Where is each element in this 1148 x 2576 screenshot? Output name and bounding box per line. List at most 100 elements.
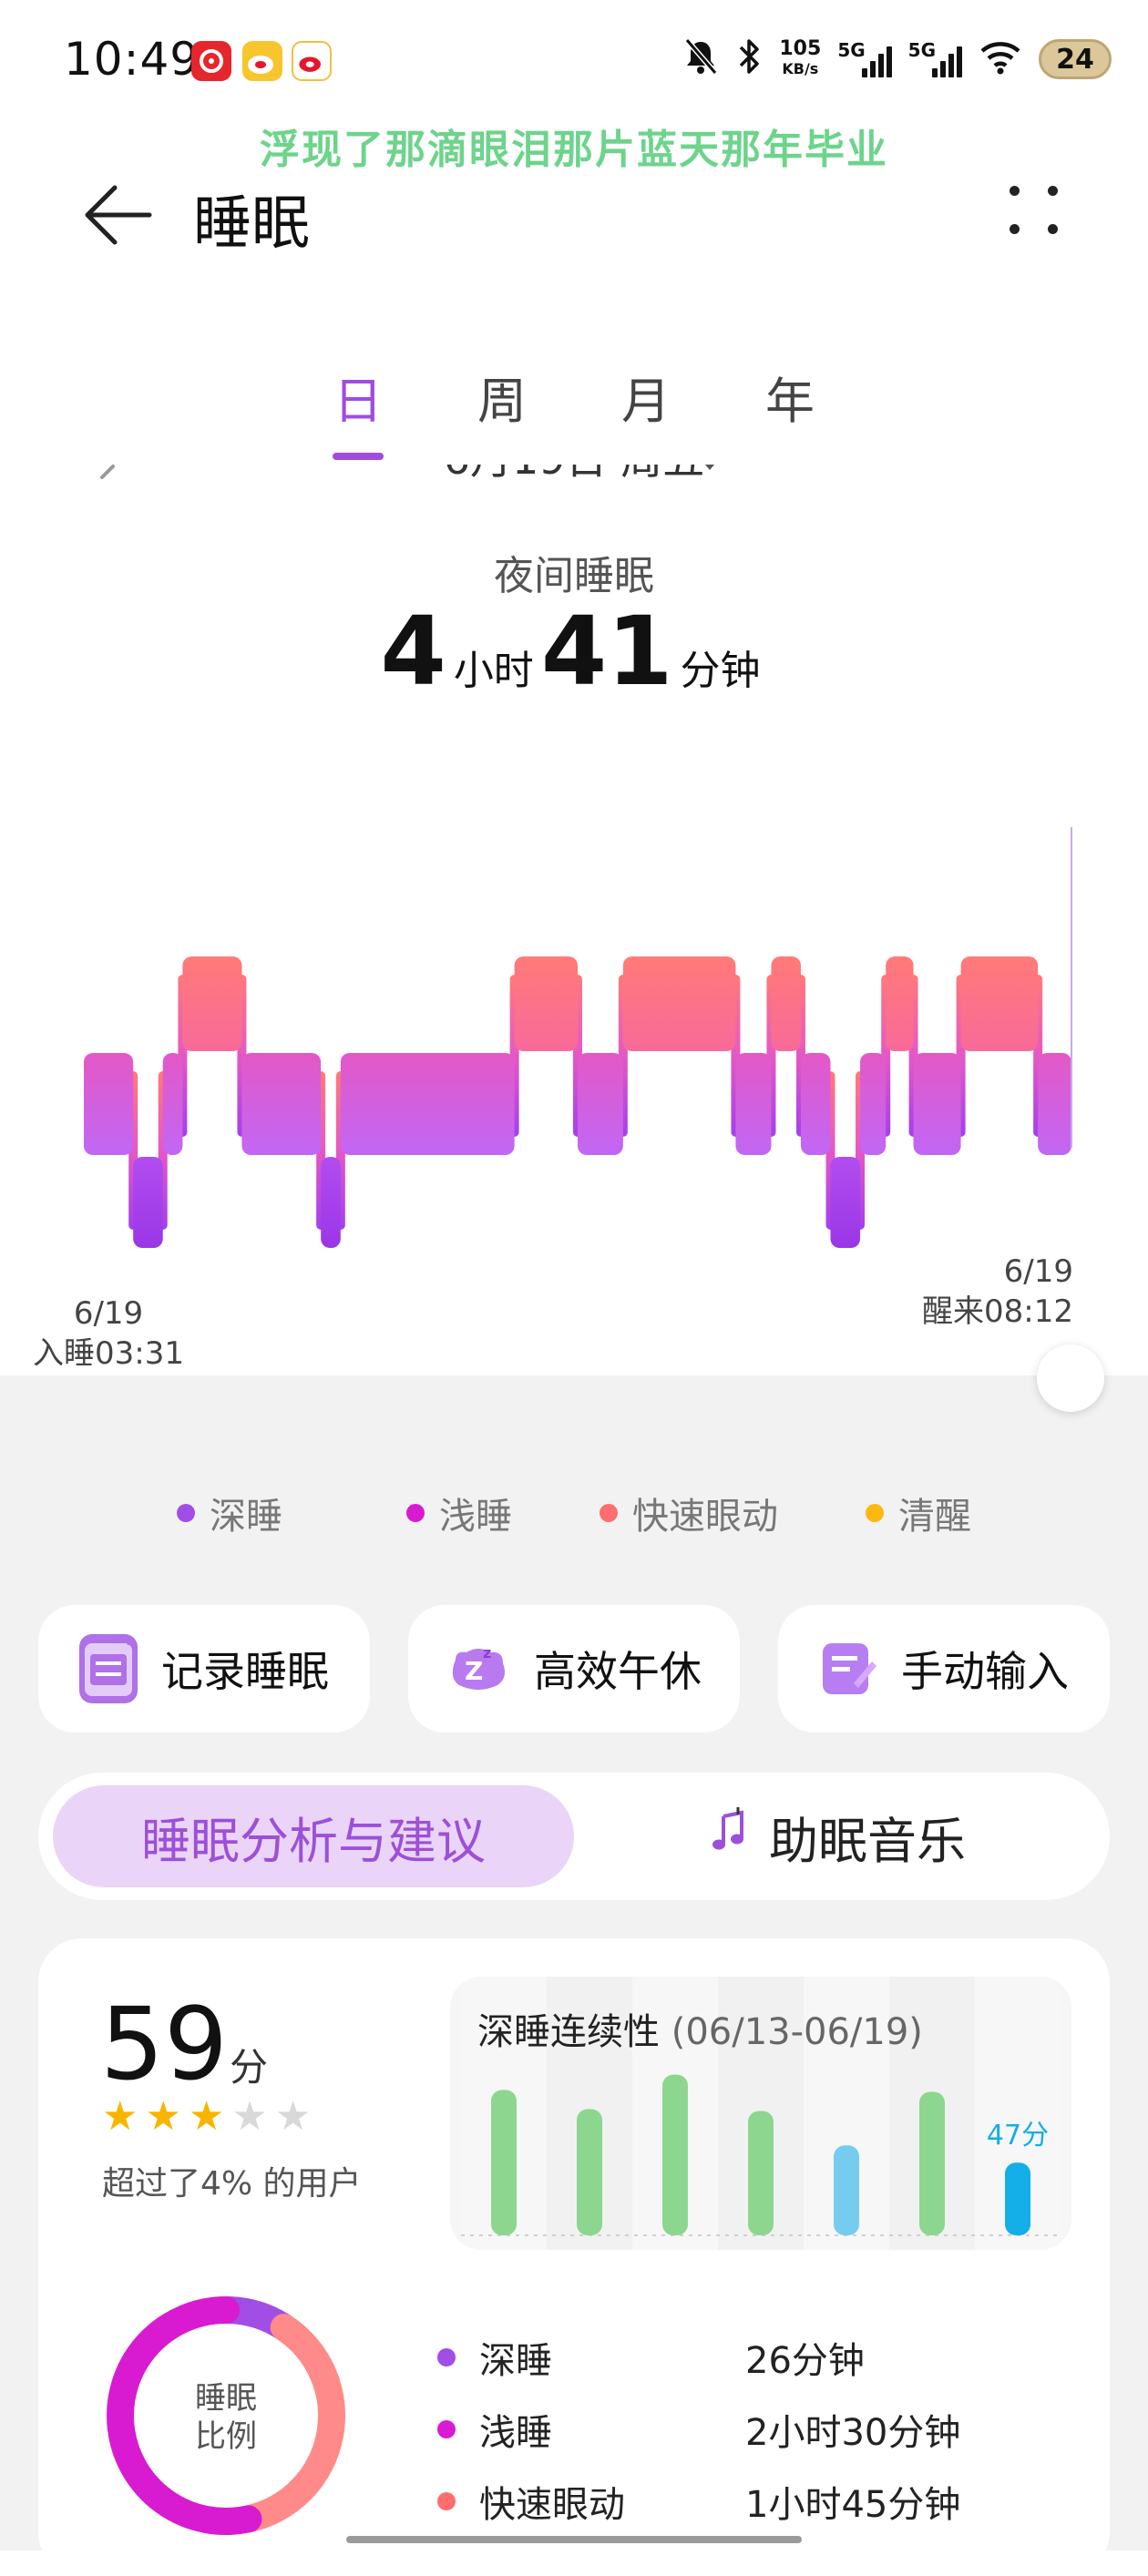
- manual-input-label: 手动输入: [901, 1647, 1069, 1696]
- rem-block: [960, 956, 1039, 1051]
- legend-label: 快速眼动: [632, 1496, 778, 1538]
- light-sleep-block: [340, 1053, 515, 1155]
- tab-day[interactable]: 日: [286, 361, 430, 460]
- sleep-score: 59: [100, 1986, 228, 2102]
- legend-dot: [600, 1504, 618, 1522]
- stage-blocks: [84, 956, 1071, 1248]
- signal-bars-icon: [932, 41, 962, 77]
- rem-block: [771, 956, 801, 1051]
- back-arrow-icon[interactable]: [80, 179, 153, 251]
- continuity-bar: [662, 2074, 688, 2235]
- edit-icon: [819, 1638, 877, 1700]
- stat-value: 26分钟: [745, 2339, 865, 2382]
- duration-minutes-unit: 分钟: [680, 648, 761, 694]
- date-dropdown-icon[interactable]: [702, 463, 720, 481]
- light-sleep-block: [735, 1053, 772, 1155]
- stat-name: 快速眼动: [479, 2483, 625, 2526]
- duration-hours: 4: [380, 596, 446, 707]
- tab-sleep-music[interactable]: 助眠音乐: [583, 1785, 1093, 1887]
- weibo-lite-icon: [292, 41, 332, 81]
- continuity-bar: [834, 2145, 859, 2235]
- wake-end-date: 6/19: [1003, 1253, 1073, 1290]
- status-right: 105 KB/s 5G 5G 24: [682, 36, 1112, 82]
- continuity-bar: [1005, 2162, 1030, 2235]
- date-selector[interactable]: 6月19日 周五: [0, 465, 1148, 497]
- sleep-start-label: 6/19 入睡03:31: [33, 1293, 184, 1374]
- night-sleep-label: 夜间睡眠: [494, 553, 654, 599]
- continuity-bar: [491, 2090, 517, 2235]
- continuity-bar: [748, 2111, 774, 2235]
- manual-input-button[interactable]: 手动输入: [778, 1605, 1110, 1733]
- sleep-duration: 4 小时41 分钟: [0, 596, 1148, 707]
- silent-bell-icon: [682, 36, 719, 82]
- home-indicator[interactable]: [346, 2536, 802, 2543]
- sleep-start-time: 入睡03:31: [33, 1335, 184, 1372]
- status-time: 10:49: [64, 33, 200, 86]
- music-note-icon: [711, 1806, 747, 1866]
- sleep-score-unit: 分: [230, 2045, 269, 2090]
- star-icon: ★: [102, 2093, 138, 2140]
- continuity-title: 深睡连续性 (06/13-06/19): [477, 2002, 923, 2055]
- duration-hours-unit: 小时: [453, 648, 534, 694]
- star-icon: ★: [145, 2093, 181, 2140]
- stat-value: 1小时45分钟: [745, 2483, 961, 2526]
- continuity-range: (06/13-06/19): [671, 2011, 923, 2053]
- beat-users-text: 超过了4% 的用户: [102, 2165, 362, 2203]
- dream-talk-icon: z: [79, 1634, 138, 1703]
- efficient-nap-button[interactable]: Zz 高效午休: [408, 1605, 740, 1733]
- continuity-latest-label: 47分: [987, 2120, 1049, 2152]
- light-sleep-block: [84, 1053, 134, 1155]
- tab-month[interactable]: 月: [574, 361, 718, 433]
- star-icon: ★: [274, 2093, 312, 2140]
- legend-dot: [177, 1504, 195, 1522]
- stat-name: 浅睡: [479, 2411, 552, 2454]
- legend-rem: 快速眼动: [574, 1487, 804, 1539]
- weibo-icon: [242, 41, 282, 81]
- light-sleep-block: [578, 1053, 623, 1155]
- record-sleep-button[interactable]: z 记录睡眠: [38, 1605, 370, 1733]
- quick-actions: z 记录睡眠 Zz 高效午休 手动输入: [38, 1605, 1110, 1733]
- tab-week[interactable]: 周: [430, 361, 574, 433]
- net-speed: 105 KB/s: [779, 39, 821, 79]
- stat-row-rem: 快速眼动 1小时45分钟: [437, 2465, 960, 2537]
- net-speed-value: 105: [779, 37, 822, 60]
- signal-1: 5G: [837, 41, 892, 77]
- legend-dot: [406, 1504, 425, 1522]
- light-sleep-block: [800, 1053, 831, 1155]
- svg-text:Z: Z: [465, 1656, 483, 1686]
- stage-legend: 深睡 浅睡 快速眼动 清醒: [0, 1487, 1148, 1539]
- netease-music-icon: [191, 41, 231, 81]
- donut-label-line1: 睡眠: [195, 2380, 257, 2417]
- more-options-icon[interactable]: [1002, 179, 1066, 242]
- stat-dot: [437, 2347, 456, 2366]
- stat-value: 2小时30分钟: [745, 2411, 961, 2454]
- light-sleep-block: [1038, 1053, 1071, 1155]
- stat-row-deep: 深睡 26分钟: [437, 2321, 960, 2393]
- signal-2: 5G: [908, 41, 962, 77]
- sleep-music-label: 助眠音乐: [769, 1812, 966, 1870]
- stat-row-light: 浅睡 2小时30分钟: [437, 2393, 960, 2465]
- continuity-bar: [919, 2091, 945, 2235]
- svg-text:z: z: [483, 1644, 491, 1661]
- page-title: 睡眠: [193, 190, 310, 258]
- rem-block: [514, 956, 578, 1051]
- legend-label: 清醒: [898, 1496, 971, 1538]
- legend-label: 浅睡: [439, 1496, 512, 1538]
- rem-block: [886, 956, 914, 1051]
- star-icon: ★: [188, 2093, 225, 2140]
- signal-bars-icon: [861, 41, 892, 77]
- donut-center-label: 睡眠 比例: [102, 2379, 350, 2456]
- tab-year[interactable]: 年: [718, 361, 862, 433]
- wake-end-time: 醒来08:12: [922, 1293, 1073, 1330]
- tab-sleep-analysis[interactable]: 睡眠分析与建议: [53, 1785, 574, 1887]
- light-sleep-block: [241, 1053, 322, 1155]
- score-stars: ★ ★ ★ ★ ★: [102, 2097, 311, 2137]
- stat-dot: [437, 2419, 456, 2438]
- time-scrubber-handle[interactable]: [1037, 1344, 1104, 1412]
- legend-dot: [866, 1504, 884, 1522]
- bluetooth-icon: [735, 36, 763, 82]
- battery-indicator: 24: [1039, 39, 1112, 79]
- donut-label-line2: 比例: [195, 2418, 257, 2455]
- legend-awake: 清醒: [804, 1487, 1033, 1539]
- continuity-bar: [577, 2109, 602, 2235]
